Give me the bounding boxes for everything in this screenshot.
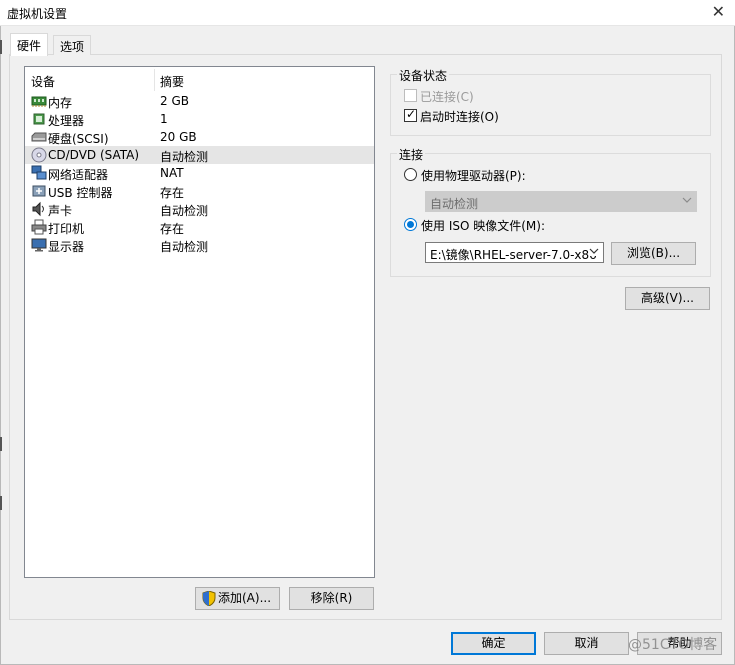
processor-icon: [33, 113, 45, 125]
cancel-button[interactable]: 取消: [544, 632, 629, 655]
connect-at-power-on-label: 启动时连接(O): [420, 110, 499, 124]
tab-options[interactable]: 选项: [53, 35, 92, 55]
device-status-title: 设备状态: [397, 67, 450, 84]
device-row-cd-dvd[interactable]: CD/DVD (SATA) 自动检测: [25, 146, 374, 164]
device-name: USB 控制器: [48, 186, 113, 200]
device-row-printer[interactable]: 打印机 存在: [25, 218, 374, 236]
device-summary: 自动检测: [160, 150, 209, 164]
device-name: 打印机: [48, 222, 85, 236]
hard-disk-icon: [31, 132, 47, 142]
column-header-device[interactable]: 设备: [31, 73, 55, 90]
printer-icon: [31, 219, 47, 235]
ok-label: 确定: [481, 636, 506, 650]
device-summary: 存在: [160, 222, 185, 236]
device-name: 网络适配器: [48, 168, 109, 182]
physical-drive-select[interactable]: 自动检测: [425, 191, 697, 212]
connected-checkbox[interactable]: [404, 89, 417, 102]
connection-title: 连接: [397, 146, 426, 163]
cancel-label: 取消: [574, 636, 599, 650]
column-separator[interactable]: [154, 69, 155, 91]
device-name: CD/DVD (SATA): [48, 148, 140, 162]
tab-options-label: 选项: [60, 40, 85, 54]
chevron-down-icon[interactable]: [589, 246, 599, 256]
connected-label: 已连接(C): [420, 90, 474, 104]
iso-image-label: 使用 ISO 映像文件(M):: [421, 219, 545, 233]
remove-device-label: 移除(R): [310, 591, 353, 605]
background-window-edge: [0, 437, 2, 451]
connect-at-power-on-checkbox[interactable]: ✓: [404, 107, 417, 122]
iso-path-combobox[interactable]: E:\镜像\RHEL-server-7.0-x86: [425, 242, 604, 263]
watermark: @51CTO博客: [628, 637, 718, 653]
network-adapter-icon: [31, 165, 47, 180]
device-summary: 2 GB: [160, 94, 189, 108]
advanced-button[interactable]: 高级(V)...: [625, 287, 710, 310]
advanced-label: 高级(V)...: [640, 291, 695, 305]
display-icon: [31, 238, 47, 252]
device-row-network-adapter[interactable]: 网络适配器 NAT: [25, 164, 374, 182]
background-window-edge: [0, 40, 2, 54]
device-summary: 自动检测: [160, 204, 209, 218]
device-summary: 自动检测: [160, 240, 209, 254]
browse-button[interactable]: 浏览(B)...: [611, 242, 696, 265]
device-summary: 存在: [160, 186, 185, 200]
ok-button[interactable]: 确定: [451, 632, 536, 655]
device-name: 声卡: [48, 204, 73, 218]
uac-shield-icon: [202, 591, 216, 606]
remove-device-button[interactable]: 移除(R): [289, 587, 374, 610]
device-row-memory[interactable]: 内存 2 GB: [25, 92, 374, 110]
checkmark-icon: ✓: [406, 107, 417, 121]
device-summary: NAT: [160, 166, 184, 180]
iso-image-radio[interactable]: [404, 218, 417, 231]
device-summary: 20 GB: [160, 130, 197, 144]
column-header-summary[interactable]: 摘要: [160, 73, 184, 90]
title-bar: 虚拟机设置 ✕: [0, 0, 735, 26]
device-name: 处理器: [48, 114, 85, 128]
background-window-edge: [0, 496, 2, 510]
iso-path-value: E:\镜像\RHEL-server-7.0-x86: [430, 248, 597, 262]
add-device-button[interactable]: 添加(A)...: [195, 587, 280, 610]
close-icon[interactable]: ✕: [712, 4, 725, 20]
add-device-label: 添加(A)...: [218, 591, 272, 605]
physical-drive-value: 自动检测: [430, 197, 479, 211]
device-name: 显示器: [48, 240, 85, 254]
tab-hardware[interactable]: 硬件: [10, 33, 49, 56]
device-row-sound-card[interactable]: 声卡 自动检测: [25, 200, 374, 218]
physical-drive-label: 使用物理驱动器(P):: [421, 169, 526, 183]
device-row-hard-disk[interactable]: 硬盘(SCSI) 20 GB: [25, 128, 374, 146]
device-row-display[interactable]: 显示器 自动检测: [25, 236, 374, 254]
sound-card-icon: [32, 201, 44, 217]
usb-controller-icon: [32, 185, 46, 197]
radio-selected-dot: [407, 221, 414, 228]
device-summary: 1: [160, 112, 168, 126]
memory-icon: [31, 96, 47, 107]
device-row-processor[interactable]: 处理器 1: [25, 110, 374, 128]
device-name: 内存: [48, 96, 73, 110]
device-list-header: 设备 摘要: [25, 67, 374, 91]
cd-dvd-icon: [31, 147, 47, 163]
device-name: 硬盘(SCSI): [48, 132, 109, 146]
browse-label: 浏览(B)...: [626, 246, 681, 260]
chevron-down-icon: [682, 197, 692, 203]
window-title: 虚拟机设置: [7, 7, 68, 21]
tab-hardware-label: 硬件: [17, 39, 42, 53]
physical-drive-radio[interactable]: [404, 168, 417, 181]
device-list[interactable]: 设备 摘要 内存 2 GB 处理器 1 硬盘(SCSI) 20 GB CD/DV…: [24, 66, 375, 578]
device-row-usb-controller[interactable]: USB 控制器 存在: [25, 182, 374, 200]
